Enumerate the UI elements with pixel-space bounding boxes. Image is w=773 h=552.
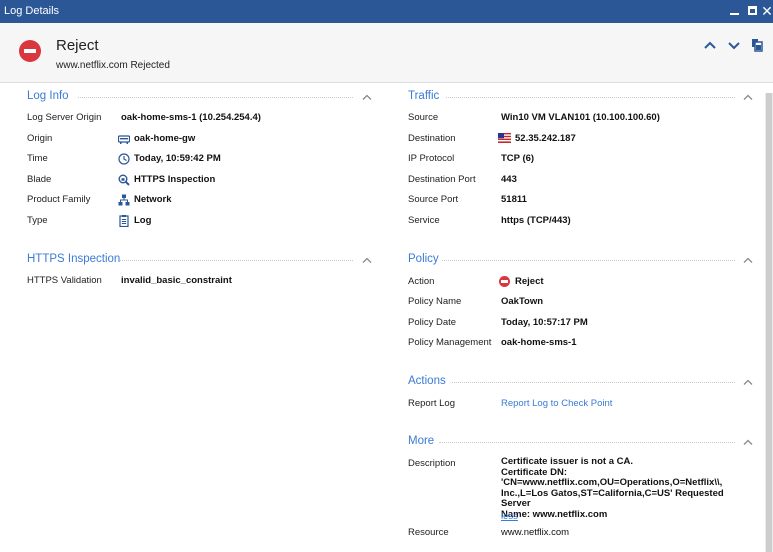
section-title-actions: Actions xyxy=(408,375,446,387)
clock-icon xyxy=(118,153,130,165)
scrollbar-thumb[interactable] xyxy=(766,93,772,552)
section-title-policy: Policy xyxy=(408,253,439,265)
source-label: Source xyxy=(408,112,439,123)
reject-icon xyxy=(19,40,41,62)
maximize-icon[interactable] xyxy=(745,3,759,19)
time-value: Today, 10:59:42 PM xyxy=(134,153,221,164)
section-title-traffic: Traffic xyxy=(408,90,440,102)
origin-value: oak-home-gw xyxy=(134,133,196,144)
service-value: https (TCP/443) xyxy=(501,215,571,226)
resource-label: Resource xyxy=(408,527,449,538)
section-title-log-info: Log Info xyxy=(27,90,69,102)
destination-value: 52.35.242.187 xyxy=(515,133,576,144)
type-value: Log xyxy=(134,215,152,226)
destination-port-value: 443 xyxy=(501,174,517,185)
resource-value: www.netflix.com xyxy=(501,527,570,538)
policy-management-value: oak-home-sms-1 xyxy=(501,337,577,348)
description-label: Description xyxy=(408,458,456,469)
section-divider xyxy=(446,97,735,98)
log-subtitle: www.netflix.com Rejected xyxy=(56,60,170,71)
origin-label: Origin xyxy=(27,133,53,144)
service-label: Service xyxy=(408,215,440,226)
section-divider xyxy=(439,442,735,443)
source-port-value: 51811 xyxy=(501,194,527,205)
vertical-scrollbar[interactable] xyxy=(765,93,773,552)
source-value: Win10 VM VLAN101 (10.100.100.60) xyxy=(501,112,660,123)
section-title-https-inspection: HTTPS Inspection xyxy=(27,253,121,265)
product-family-value: Network xyxy=(134,194,172,205)
log-server-origin-value: oak-home-sms-1 (10.254.254.4) xyxy=(121,112,261,123)
product-family-label: Product Family xyxy=(27,194,91,205)
description-value: Certificate issuer is not a CA. Certific… xyxy=(501,456,724,520)
collapse-https-inspection-chevron-up-icon[interactable] xyxy=(362,257,372,263)
section-divider xyxy=(78,97,353,98)
time-label: Time xyxy=(27,153,48,164)
action-value: Reject xyxy=(515,276,544,287)
previous-log-chevron-up-icon[interactable] xyxy=(703,38,717,54)
destination-label: Destination xyxy=(408,133,456,144)
https-validation-label: HTTPS Validation xyxy=(27,275,102,286)
log-icon xyxy=(119,215,129,227)
collapse-actions-chevron-up-icon[interactable] xyxy=(743,379,753,385)
collapse-policy-chevron-up-icon[interactable] xyxy=(743,257,753,263)
https-validation-value: invalid_basic_constraint xyxy=(121,275,232,286)
action-label: Action xyxy=(408,276,435,287)
collapse-traffic-chevron-up-icon[interactable] xyxy=(743,94,753,100)
ip-protocol-label: IP Protocol xyxy=(408,153,455,164)
gateway-icon xyxy=(118,135,130,144)
section-title-more: More xyxy=(408,435,435,447)
log-server-origin-label: Log Server Origin xyxy=(27,112,102,123)
policy-date-value: Today, 10:57:17 PM xyxy=(501,317,588,328)
us-flag-icon xyxy=(498,133,511,143)
section-divider xyxy=(442,260,735,261)
policy-management-label: Policy Management xyxy=(408,337,492,348)
less-link[interactable]: less xyxy=(501,511,518,522)
copy-icon[interactable] xyxy=(751,38,765,54)
log-title: Reject xyxy=(56,37,99,54)
report-log-label: Report Log xyxy=(408,398,456,409)
destination-port-label: Destination Port xyxy=(408,174,476,185)
next-log-chevron-down-icon[interactable] xyxy=(727,38,741,54)
section-divider xyxy=(452,382,735,383)
section-divider xyxy=(120,260,353,261)
ip-protocol-value: TCP (6) xyxy=(501,153,535,164)
collapse-log-info-chevron-up-icon[interactable] xyxy=(362,94,372,100)
blade-value: HTTPS Inspection xyxy=(134,174,216,185)
policy-name-label: Policy Name xyxy=(408,296,462,307)
log-header: Reject www.netflix.com Rejected xyxy=(0,23,773,83)
blade-label: Blade xyxy=(27,174,52,185)
policy-name-value: OakTown xyxy=(501,296,544,307)
report-log-link[interactable]: Report Log to Check Point xyxy=(501,398,612,409)
window-titlebar: Log Details ✕ xyxy=(0,0,773,23)
network-icon xyxy=(118,194,130,206)
collapse-more-chevron-up-icon[interactable] xyxy=(743,439,753,445)
minimize-icon[interactable] xyxy=(727,3,741,19)
https-inspection-icon xyxy=(118,174,130,186)
close-icon[interactable]: ✕ xyxy=(760,3,773,19)
source-port-label: Source Port xyxy=(408,194,459,205)
type-label: Type xyxy=(27,215,48,226)
window-title: Log Details xyxy=(4,5,60,17)
policy-date-label: Policy Date xyxy=(408,317,457,328)
reject-icon xyxy=(499,276,510,287)
